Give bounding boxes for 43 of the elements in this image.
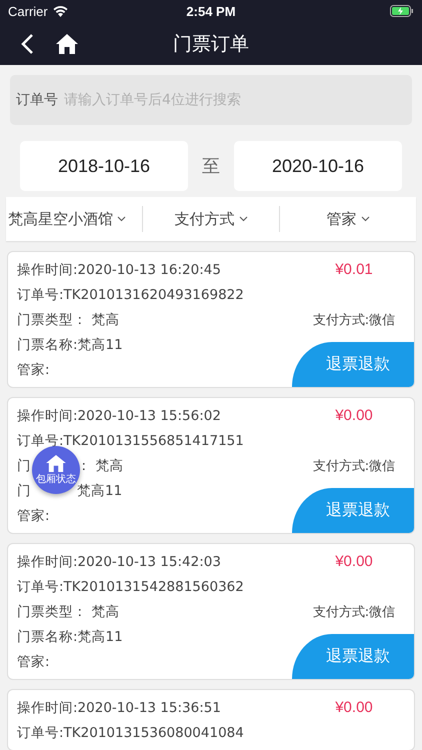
chevron-down-icon <box>360 216 370 222</box>
ticket-type: 门票类型： 梵高 <box>17 602 120 620</box>
ticket-name: 梵高11 <box>77 482 122 500</box>
payment-method: 支付方式:微信 <box>312 604 396 620</box>
operation-time: 操作时间:2020-10-13 16:20:45 <box>17 260 221 278</box>
order-price: ¥0.00 <box>334 699 374 716</box>
operation-time: 操作时间:2020-10-13 15:36:51 <box>17 698 221 716</box>
butler-label: 管家: <box>17 652 50 670</box>
search-label: 订单号 <box>16 91 58 109</box>
payment-method: 支付方式:微信 <box>312 312 396 328</box>
order-number: 订单号:TK2010131536080041084 <box>17 724 244 742</box>
filter-dropdown[interactable]: 支付方式 <box>143 210 279 228</box>
ticket-name: 门票名称:梵高11 <box>17 628 123 646</box>
status-time: 2:54 PM <box>186 4 236 18</box>
filter-dropdown[interactable]: 管家 <box>280 210 416 228</box>
home-icon <box>46 454 66 472</box>
ticket-name: 门票名称:梵高11 <box>17 336 123 354</box>
start-date-field[interactable]: 2018-10-16 <box>20 141 188 191</box>
carrier-name: Carrier <box>8 4 48 18</box>
payment-method: 支付方式:微信 <box>312 458 396 474</box>
order-price: ¥0.00 <box>334 553 374 570</box>
ticket-name: 门 <box>17 482 31 500</box>
range-separator: 至 <box>201 155 221 178</box>
chevron-down-icon <box>238 216 248 222</box>
end-date-field[interactable]: 2020-10-16 <box>234 141 402 191</box>
order-price: ¥0.00 <box>334 407 374 424</box>
home-icon[interactable] <box>56 34 78 54</box>
page-title: 门票订单 <box>173 32 249 56</box>
ticket-type: 门 <box>17 456 31 474</box>
operation-time: 操作时间:2020-10-13 15:56:02 <box>17 406 221 424</box>
order-price: ¥0.01 <box>334 261 374 278</box>
ticket-type: 门票类型： 梵高 <box>17 310 120 328</box>
butler-label: 管家: <box>17 360 50 378</box>
operation-time: 操作时间:2020-10-13 15:42:03 <box>17 552 221 570</box>
order-number: 订单号:TK2010131620493169822 <box>17 286 244 304</box>
ticket-type: ： 梵高 <box>77 456 124 474</box>
butler-label: 管家: <box>17 506 50 524</box>
battery-icon <box>390 5 414 17</box>
wifi-icon <box>52 6 68 16</box>
filter-dropdown[interactable]: 梵高星空小酒馆 <box>6 210 142 228</box>
order-number: 订单号:TK2010131542881560362 <box>17 578 244 596</box>
chevron-down-icon <box>117 216 126 222</box>
back-icon[interactable] <box>20 32 34 54</box>
